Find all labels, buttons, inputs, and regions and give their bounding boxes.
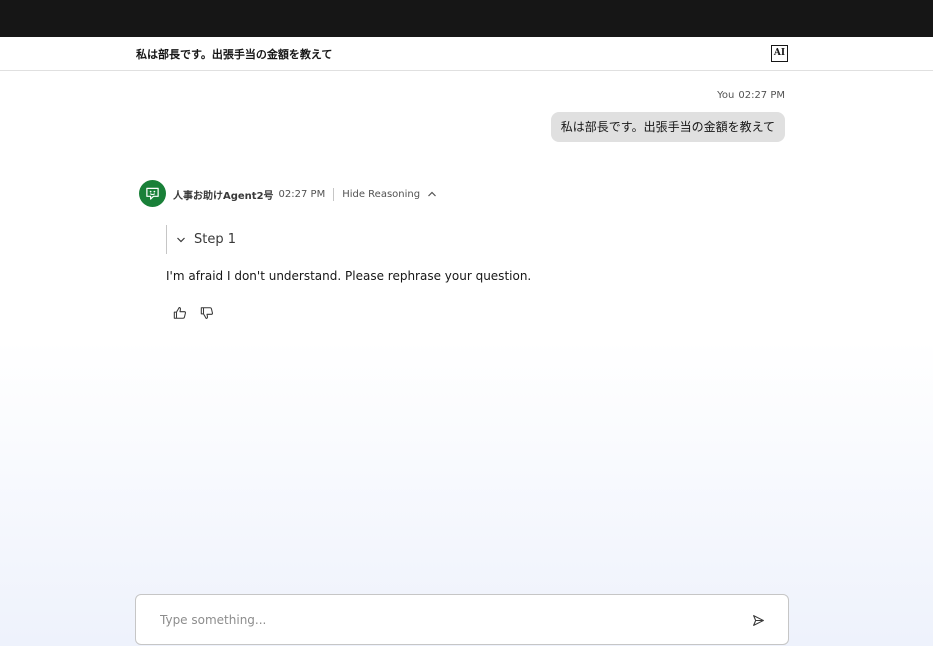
chevron-up-icon — [428, 191, 437, 197]
hide-reasoning-label: Hide Reasoning — [342, 188, 421, 200]
agent-avatar — [139, 180, 166, 207]
thumbs-down-icon — [200, 307, 213, 319]
agent-message-meta: 人事お助けAgent2号 02:27 PM Hide Reasoning — [173, 187, 437, 202]
top-bar — [0, 0, 933, 37]
thumbs-down-button[interactable] — [199, 305, 215, 321]
send-button[interactable] — [749, 611, 767, 629]
step-label: Step 1 — [194, 232, 237, 247]
thumbs-up-icon — [173, 307, 186, 319]
ai-badge[interactable]: AI — [771, 45, 788, 62]
user-sender-name: You — [717, 90, 735, 101]
user-message-meta: You 02:27 PM — [717, 90, 785, 101]
chat-bot-icon — [146, 187, 159, 200]
chevron-down-icon — [177, 237, 185, 242]
agent-message-time: 02:27 PM — [278, 188, 326, 200]
send-icon — [752, 614, 764, 626]
meta-divider — [333, 187, 335, 201]
agent-name: 人事お助けAgent2号 — [173, 190, 274, 202]
message-composer — [135, 594, 789, 645]
user-message-bubble: 私は部長です。出張手当の金額を教えて — [550, 112, 785, 142]
chat-header: 私は部長です。出張手当の金額を教えて AI — [0, 37, 933, 71]
message-input[interactable] — [160, 611, 720, 629]
user-message-time: 02:27 PM — [738, 90, 785, 101]
agent-message-text: I'm afraid I don't understand. Please re… — [166, 269, 532, 283]
feedback-buttons — [172, 305, 215, 321]
chat-title: 私は部長です。出張手当の金額を教えて — [136, 48, 333, 61]
thumbs-up-button[interactable] — [172, 305, 188, 321]
reasoning-step-1[interactable]: Step 1 — [166, 225, 236, 254]
hide-reasoning-button[interactable]: Hide Reasoning — [342, 189, 437, 200]
